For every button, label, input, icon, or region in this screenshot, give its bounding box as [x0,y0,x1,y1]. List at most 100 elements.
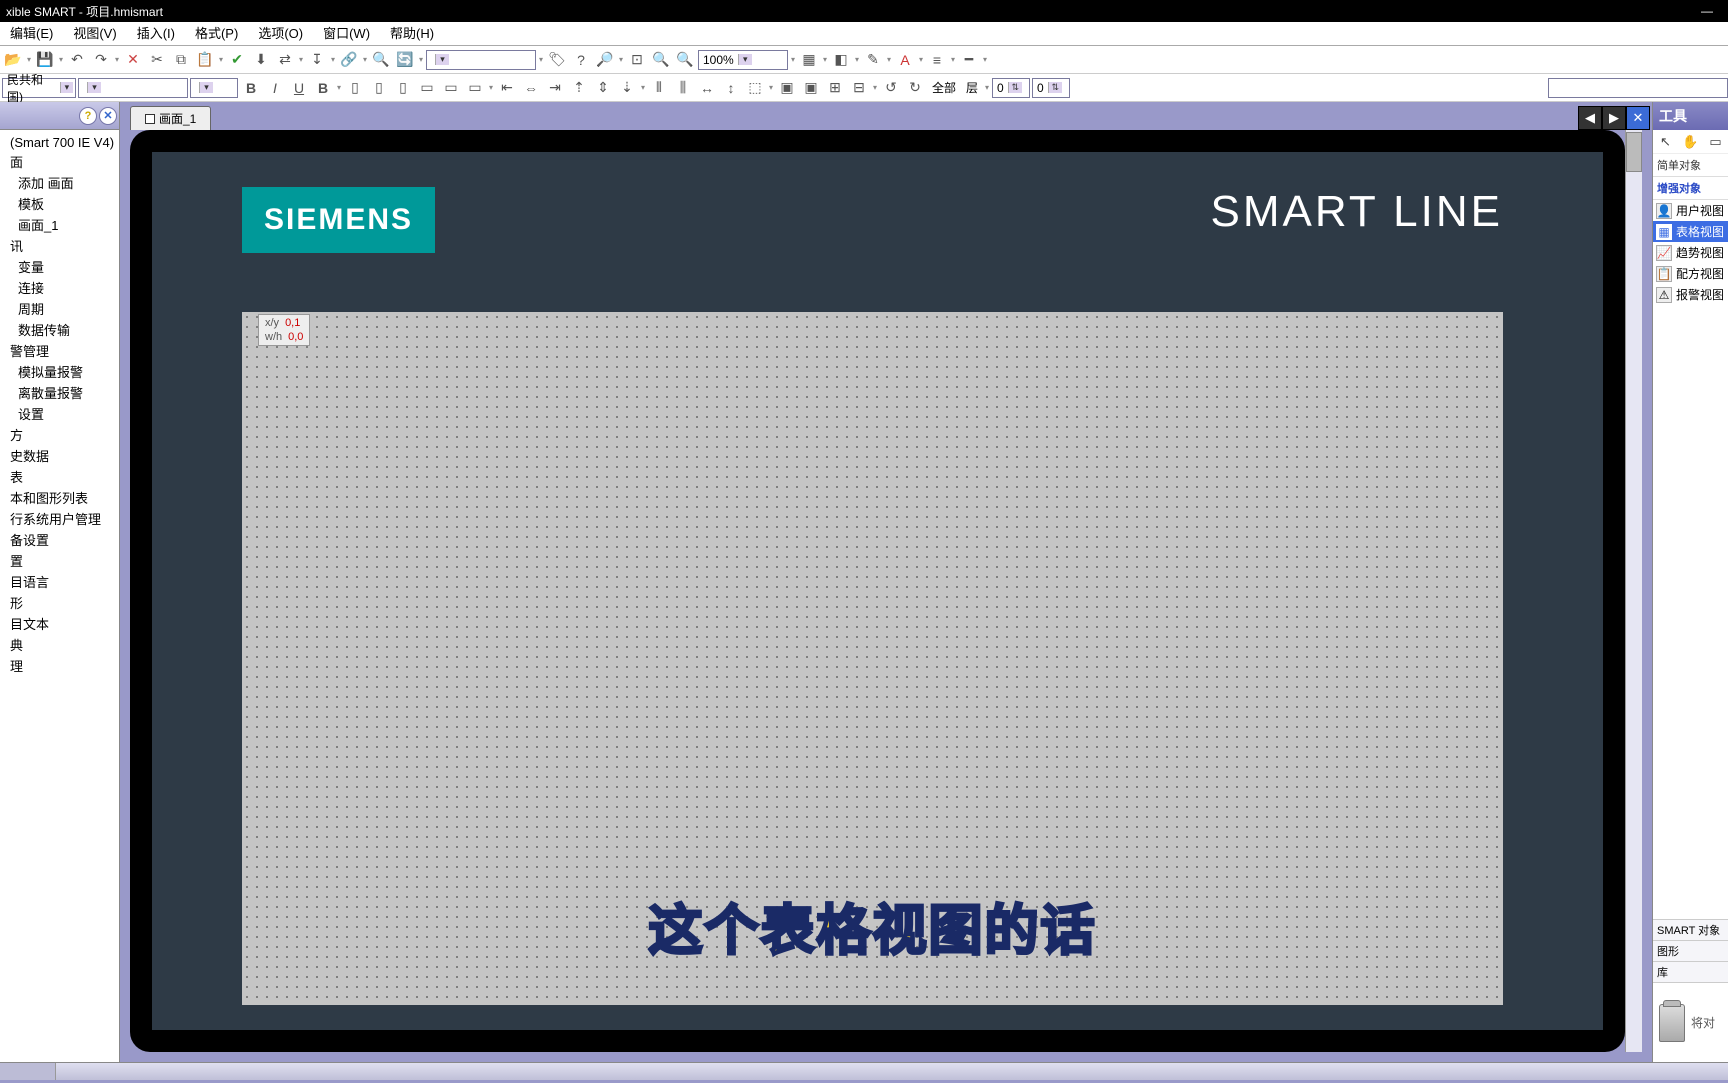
fill-icon[interactable]: ◧ [830,49,852,71]
project-tree[interactable]: (Smart 700 IE V4)面添加 画面模板画面_1讯变量连接周期数据传输… [0,130,119,1062]
italic-icon[interactable]: I [264,77,286,99]
align-right-icon[interactable]: ▯ [392,77,414,99]
menu-insert[interactable]: 插入(I) [127,22,185,45]
tab-close-button[interactable]: ✕ [1626,106,1650,130]
open-icon[interactable]: 📂 [2,49,24,71]
tree-node[interactable]: 备设置 [2,529,117,550]
line-weight-icon[interactable]: ━ [958,49,980,71]
marquee-icon[interactable]: ▭ [1707,133,1725,151]
vertical-scrollbar[interactable] [1625,130,1642,1052]
dist-v-icon[interactable]: ⫼ [672,77,694,99]
snap-right-icon[interactable]: ⇥ [544,77,566,99]
tree-node[interactable]: 置 [2,550,117,571]
tab-screen1[interactable]: 画面_1 [130,106,211,130]
zoom-out-icon[interactable]: 🔍 [650,49,672,71]
snap-bottom-icon[interactable]: ⇣ [616,77,638,99]
tree-node[interactable]: 史数据 [2,445,117,466]
align-middle-icon[interactable]: ▭ [440,77,462,99]
transfer-icon[interactable]: ⇄ [274,49,296,71]
rotate-right-icon[interactable]: ↻ [904,77,926,99]
align-bottom-icon[interactable]: ▭ [464,77,486,99]
underline-icon[interactable]: U [288,77,310,99]
same-h-icon[interactable]: ↕ [720,77,742,99]
tree-node[interactable]: 方 [2,424,117,445]
close-panel-icon[interactable]: ✕ [99,107,117,125]
tool-item[interactable]: ⚠报警视图 [1653,284,1728,305]
snap-top-icon[interactable]: ⇡ [568,77,590,99]
section-library[interactable]: 库 [1653,961,1728,982]
order-icon[interactable]: ↧ [306,49,328,71]
align-left-icon[interactable]: ▯ [344,77,366,99]
zoom-fit-icon[interactable]: ⊡ [626,49,648,71]
tree-node[interactable]: 画面_1 [2,214,117,235]
help-pin-icon[interactable]: ? [79,107,97,125]
spin-x[interactable]: 0⇅ [992,78,1030,98]
tree-node[interactable]: 典 [2,634,117,655]
tree-node[interactable]: 离散量报警 [2,382,117,403]
ungroup-icon[interactable]: ⊟ [848,77,870,99]
tree-node[interactable]: 警管理 [2,340,117,361]
zoom-combo[interactable]: 100%▾ [698,50,788,70]
undo-icon[interactable]: ↶ [66,49,88,71]
center-h-icon[interactable]: ▣ [776,77,798,99]
tree-node[interactable]: (Smart 700 IE V4) [2,134,117,151]
align-top-icon[interactable]: ▭ [416,77,438,99]
tab-next-button[interactable]: ▶ [1602,106,1626,130]
font-color-icon[interactable]: A [894,49,916,71]
download-icon[interactable]: ⬇ [250,49,272,71]
inspect-icon[interactable]: 🔎 [594,49,616,71]
menu-options[interactable]: 选项(O) [248,22,313,45]
tree-node[interactable]: 添加 画面 [2,172,117,193]
hand-icon[interactable]: ✋ [1682,133,1700,151]
tree-node[interactable]: 行系统用户管理 [2,508,117,529]
tree-node[interactable]: 讯 [2,235,117,256]
tab-prev-button[interactable]: ◀ [1578,106,1602,130]
object-combo[interactable]: ▾ [426,50,536,70]
spin-y[interactable]: 0⇅ [1032,78,1070,98]
snap-left-icon[interactable]: ⇤ [496,77,518,99]
menu-window[interactable]: 窗口(W) [313,22,380,45]
rotate-left-icon[interactable]: ↺ [880,77,902,99]
pointer-icon[interactable]: ↖ [1657,133,1675,151]
tree-node[interactable]: 数据传输 [2,319,117,340]
line-style-icon[interactable]: ≡ [926,49,948,71]
snap-mid-icon[interactable]: ⇕ [592,77,614,99]
section-simple[interactable]: 简单对象 [1653,154,1728,177]
tool-item[interactable]: 📈趋势视图 [1653,242,1728,263]
bold-icon[interactable]: B [240,77,262,99]
language-combo[interactable]: 民共和国)▾ [2,78,76,98]
tree-node[interactable]: 理 [2,655,117,676]
tool-item[interactable]: 👤用户视图 [1653,200,1728,221]
section-enhanced[interactable]: 增强对象 [1653,177,1728,200]
check-icon[interactable]: ✔ [226,49,248,71]
help-icon[interactable]: ? [570,49,592,71]
bold2-icon[interactable]: B [312,77,334,99]
menu-format[interactable]: 格式(P) [185,22,248,45]
tree-node[interactable]: 表 [2,466,117,487]
tool-item[interactable]: ▦表格视图 [1653,221,1728,242]
align-center-icon[interactable]: ▯ [368,77,390,99]
same-size-icon[interactable]: ⬚ [744,77,766,99]
table-icon[interactable]: ▦ [798,49,820,71]
cut-icon[interactable]: ✂ [146,49,168,71]
tree-node[interactable]: 形 [2,592,117,613]
paste-icon[interactable]: 📋 [194,49,216,71]
tree-node[interactable]: 变量 [2,256,117,277]
refresh-icon[interactable]: 🔄 [394,49,416,71]
font-combo[interactable]: ▾ [78,78,188,98]
tree-node[interactable]: 面 [2,151,117,172]
tree-node[interactable]: 目语言 [2,571,117,592]
find-icon[interactable]: 🔍 [370,49,392,71]
tree-node[interactable]: 本和图形列表 [2,487,117,508]
size-combo[interactable]: ▾ [190,78,238,98]
tree-node[interactable]: 目文本 [2,613,117,634]
design-grid[interactable]: x/y0,1 w/h0,0 这个表格视图的话 [242,312,1503,1005]
tree-node[interactable]: 周期 [2,298,117,319]
same-w-icon[interactable]: ↔ [696,77,718,99]
delete-icon[interactable]: ✕ [122,49,144,71]
group-icon[interactable]: ⊞ [824,77,846,99]
dist-h-icon[interactable]: ⫴ [648,77,670,99]
tool-item[interactable]: 📋配方视图 [1653,263,1728,284]
snap-center-icon[interactable]: ⇔ [520,77,542,99]
menu-help[interactable]: 帮助(H) [380,22,444,45]
